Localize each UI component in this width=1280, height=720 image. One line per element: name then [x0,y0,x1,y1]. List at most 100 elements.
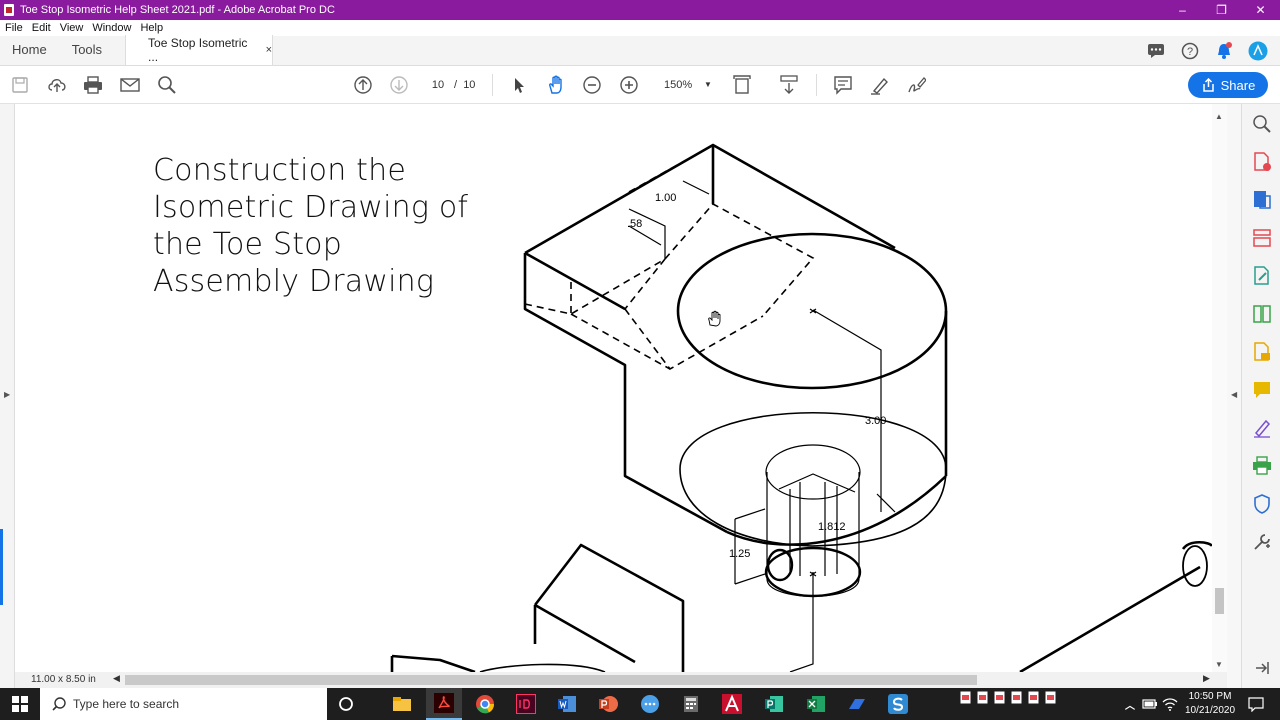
wifi-icon[interactable] [1160,694,1180,714]
clock-time: 10:50 PM [1188,691,1232,702]
menu-edit[interactable]: Edit [32,22,51,34]
request-esign-icon[interactable] [1252,342,1272,362]
menu-window[interactable]: Window [92,22,131,34]
pdf-file-icon[interactable] [1045,691,1056,704]
document-tab-label: Toe Stop Isometric ... [148,36,248,64]
edit-pdf-icon[interactable] [1252,266,1272,286]
publisher-icon[interactable] [764,694,784,714]
share-button[interactable]: Share [1188,72,1268,98]
tab-bar: Home Tools Toe Stop Isometric ... × ? [0,35,1280,66]
notifications-bell-icon[interactable] [1214,42,1234,60]
organize-pages-icon[interactable] [1252,228,1272,248]
powerpoint-icon[interactable] [598,694,618,714]
menu-view[interactable]: View [60,22,84,34]
show-hidden-icons-icon[interactable]: ︿ [1120,694,1140,714]
export-pdf-icon[interactable] [1252,190,1272,210]
fill-sign-icon[interactable] [1252,418,1272,438]
hand-tool-icon[interactable] [546,75,566,95]
zoom-dropdown[interactable]: 150% ▼ [656,76,716,94]
save-icon[interactable] [10,75,30,95]
user-avatar[interactable] [1248,41,1268,61]
word-icon[interactable] [557,694,577,714]
search-icon[interactable] [157,75,177,95]
notification-center-icon[interactable] [1246,694,1266,714]
expand-left-panel-icon[interactable]: ▶ [4,390,10,399]
previous-page-icon[interactable] [353,75,373,95]
file-explorer-icon[interactable] [392,694,412,714]
page-fit-icon[interactable] [733,75,753,95]
horizontal-scrollbar-thumb[interactable] [125,675,977,685]
zoom-value: 150% [664,79,693,91]
pdf-file-icon[interactable] [960,691,971,704]
pdf-file-icon[interactable] [1028,691,1039,704]
print-icon[interactable] [83,75,103,95]
menu-file[interactable]: File [5,22,23,34]
windows-start-icon[interactable] [10,694,30,714]
calculator-icon[interactable] [681,694,701,714]
next-page-icon[interactable] [389,75,409,95]
scroll-up-icon[interactable]: ▲ [1215,112,1223,121]
dimension-label: 1.00 [655,192,676,204]
pdf-file-icon[interactable] [977,691,988,704]
combine-files-icon[interactable] [1252,304,1272,324]
autocad-icon[interactable] [722,694,742,714]
help-icon[interactable]: ? [1180,42,1200,60]
more-tools-icon[interactable] [1252,532,1272,552]
scrollbar-thumb[interactable] [1215,588,1224,614]
highlight-pen-icon[interactable] [870,75,890,95]
system-clock[interactable]: 10:50 PM 10/21/2020 [1180,690,1240,718]
scroll-left-icon[interactable]: ◀ [113,673,120,684]
page-separator: / [454,79,458,91]
scrolling-mode-icon[interactable] [779,75,799,95]
collapse-right-panel-icon[interactable]: ◀ [1231,390,1237,399]
zoom-search-icon[interactable] [1252,114,1272,134]
protect-shield-icon[interactable] [1252,494,1272,514]
comment-icon[interactable] [833,75,853,95]
sign-icon[interactable] [906,75,926,95]
scroll-down-icon[interactable]: ▼ [1215,660,1223,669]
dimension-label: 1.812 [818,521,846,533]
tools-rail [1241,104,1280,688]
cloud-upload-icon[interactable] [47,75,67,95]
tab-home[interactable]: Home [0,42,60,65]
windows-taskbar: Type here to search ︿ 10:50 PM 10/21/202… [0,688,1280,720]
close-window-button[interactable]: ✕ [1241,3,1280,17]
search-placeholder: Type here to search [73,697,180,711]
snagit-icon[interactable] [888,694,908,714]
email-icon[interactable] [120,75,140,95]
pdf-file-icon[interactable] [994,691,1005,704]
minimize-button[interactable]: – [1163,3,1202,17]
dimension-label: 1.25 [729,548,750,560]
zoom-in-icon[interactable] [619,75,639,95]
page-total-value: 10 [463,79,476,91]
taskbar-search-box[interactable]: Type here to search [40,688,327,720]
excel-icon[interactable] [806,694,826,714]
page-number-input[interactable]: 10 [424,76,452,94]
vertical-scrollbar[interactable]: ▲ ▼ [1212,104,1227,672]
close-tab-button[interactable]: × [266,44,272,56]
video-editor-icon[interactable] [847,694,867,714]
pdf-file-icon[interactable] [1011,691,1022,704]
comments-icon[interactable] [1146,42,1166,60]
create-pdf-icon[interactable] [1252,152,1272,172]
hand-cursor-icon [708,310,721,327]
tab-document[interactable]: Toe Stop Isometric ... × [125,35,274,65]
print-production-icon[interactable] [1252,456,1272,476]
indesign-icon[interactable] [516,694,536,714]
battery-icon[interactable] [1140,694,1160,714]
toolbar-divider [492,74,493,96]
scroll-right-icon[interactable]: ▶ [1203,673,1210,684]
zoom-out-icon[interactable] [582,75,602,95]
cortana-icon[interactable] [336,694,356,714]
tab-tools[interactable]: Tools [60,42,115,65]
select-cursor-icon[interactable] [509,75,529,95]
document-view[interactable]: Construction the Isometric Drawing of th… [15,104,1212,672]
acrobat-taskbar-icon[interactable] [426,688,462,720]
maximize-button[interactable]: ❐ [1202,3,1241,17]
menu-help[interactable]: Help [140,22,163,34]
add-comment-icon[interactable] [1252,380,1272,400]
chrome-icon[interactable] [475,694,495,714]
header-icons: ? [1146,41,1268,61]
collapse-tools-icon[interactable] [1252,658,1272,678]
messaging-app-icon[interactable] [640,694,660,714]
